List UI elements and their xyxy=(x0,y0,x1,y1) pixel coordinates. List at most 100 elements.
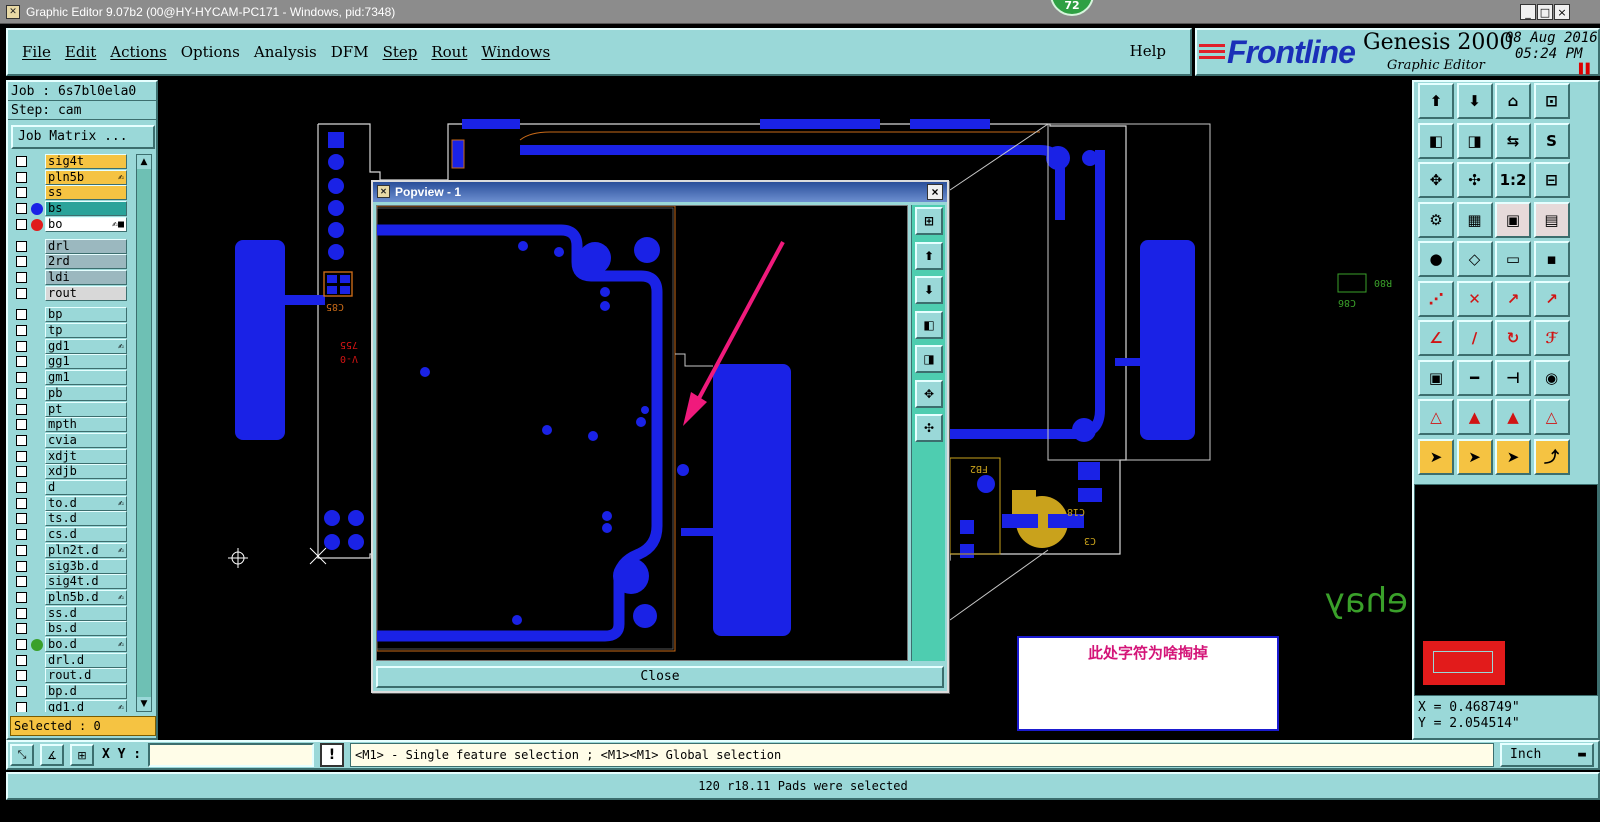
layer-name[interactable]: xdjb xyxy=(45,464,127,480)
scroll-down-icon[interactable]: ▼ xyxy=(137,697,151,711)
rotate-tool-icon[interactable]: ↻ xyxy=(1495,320,1531,356)
angle-tool-icon[interactable]: ∠ xyxy=(1418,320,1454,356)
pad-tool-icon[interactable]: ● xyxy=(1418,241,1454,277)
layer-row[interactable]: mpth xyxy=(10,417,132,433)
snap-tool-icon[interactable]: ⤡ xyxy=(10,744,34,766)
bar-tool-icon[interactable]: ━ xyxy=(1456,359,1493,396)
layer-checkbox[interactable] xyxy=(16,529,27,541)
layer-checkbox[interactable] xyxy=(16,325,27,336)
layer-checkbox[interactable] xyxy=(16,171,27,183)
menu-step[interactable]: Step xyxy=(383,43,418,61)
units-select[interactable]: Inch ▬ xyxy=(1500,743,1594,767)
layer-checkbox[interactable] xyxy=(16,156,27,167)
layer-row[interactable]: 2rd xyxy=(10,254,132,270)
layer-scrollbar[interactable]: ▲ ▼ xyxy=(136,154,152,712)
layer-name[interactable]: drl xyxy=(45,238,127,254)
popview-graphic[interactable] xyxy=(377,206,908,661)
pointer3-tool-icon[interactable]: ➤ xyxy=(1495,438,1531,475)
layer-name[interactable]: pln5b ✍ xyxy=(45,169,127,185)
layer-checkbox[interactable] xyxy=(16,544,27,556)
zoom-out-icon[interactable]: ✣ xyxy=(915,414,943,442)
layer-row[interactable]: drl xyxy=(10,238,132,254)
frame-tool-icon[interactable]: ⊡ xyxy=(1533,83,1570,119)
layer-row[interactable]: sig3b.d xyxy=(10,558,132,574)
pan-down-icon[interactable]: ⬇ xyxy=(915,276,943,304)
cross-tool-icon[interactable]: ✕ xyxy=(1456,280,1493,317)
layer-row[interactable]: gd1.d ✍ xyxy=(10,699,132,712)
layer-name[interactable]: sig3b.d xyxy=(45,558,127,574)
layer-checkbox[interactable] xyxy=(16,623,27,635)
up-tool-icon[interactable]: ⬆ xyxy=(1418,83,1454,119)
font-tool-icon[interactable]: ℱ xyxy=(1533,320,1570,356)
layer-checkbox[interactable] xyxy=(16,340,27,352)
layer-name[interactable]: pt xyxy=(45,401,127,417)
pan-right-icon[interactable]: ◨ xyxy=(915,345,943,373)
layer-name[interactable]: pln5b.d ✍ xyxy=(45,589,127,605)
route-tool-icon[interactable]: ⋰ xyxy=(1418,280,1454,317)
minimize-button[interactable]: _ xyxy=(1520,4,1536,20)
layer-row[interactable]: gd1 ✍ xyxy=(10,338,132,354)
ratio-tool-icon[interactable]: 1:2 xyxy=(1495,162,1531,198)
fit-tool-icon[interactable]: ✥ xyxy=(1418,162,1454,198)
layer-row[interactable]: ss xyxy=(10,185,132,201)
home-tool-icon[interactable]: ⌂ xyxy=(1495,83,1531,119)
pointer2-tool-icon[interactable]: ➤ xyxy=(1456,438,1493,475)
popview-canvas[interactable] xyxy=(376,205,908,661)
swap-tool-icon[interactable]: ⇆ xyxy=(1495,122,1531,159)
layer-name[interactable]: d xyxy=(45,480,127,495)
circle-tool-icon[interactable]: ◉ xyxy=(1533,359,1570,396)
layer-checkbox[interactable] xyxy=(16,203,27,215)
layer-row[interactable]: pln5b ✍ xyxy=(10,169,132,185)
layer-checkbox[interactable] xyxy=(16,686,27,698)
layer-name[interactable]: sig4t.d xyxy=(45,574,127,590)
scroll-up-icon[interactable]: ▲ xyxy=(137,155,151,169)
popview-titlebar[interactable]: ✕ Popview - 1 × xyxy=(373,182,947,202)
layer-row[interactable]: ss.d xyxy=(10,605,132,621)
layer-name[interactable]: bo ✍■ xyxy=(45,216,127,232)
layer-row[interactable]: to.d ✍ xyxy=(10,495,132,511)
menu-edit[interactable]: Edit xyxy=(65,43,96,61)
menu-help[interactable]: Help xyxy=(1130,42,1166,60)
layer-row[interactable]: rout xyxy=(10,285,132,301)
menu-rout[interactable]: Rout xyxy=(431,43,467,61)
pan-left-icon[interactable]: ◧ xyxy=(915,310,943,339)
layer-row[interactable]: bs.d xyxy=(10,621,132,637)
triangle-tool-icon[interactable]: △ xyxy=(1418,399,1454,435)
job-matrix-button[interactable]: Job Matrix ... xyxy=(11,125,155,149)
layer-row[interactable]: pt xyxy=(10,401,132,417)
layer-name[interactable]: rout xyxy=(45,285,127,301)
menu-file[interactable]: File xyxy=(22,43,51,61)
menu-options[interactable]: Options xyxy=(181,43,240,61)
select-blue-tool-icon[interactable]: ▤ xyxy=(1533,201,1570,238)
poly-tool-icon[interactable]: ◇ xyxy=(1456,241,1493,277)
menu-actions[interactable]: Actions xyxy=(110,43,166,61)
minimap[interactable] xyxy=(1414,484,1598,696)
pan-up-icon[interactable]: ⬆ xyxy=(915,241,943,270)
layer-name[interactable]: bs xyxy=(45,201,127,217)
close-window-button[interactable]: × xyxy=(1554,4,1570,20)
layer-checkbox[interactable] xyxy=(16,256,27,268)
layer-checkbox[interactable] xyxy=(16,450,27,462)
layer-name[interactable]: ss xyxy=(45,185,127,201)
layer-name[interactable]: to.d ✍ xyxy=(45,495,127,511)
right-tool-icon[interactable]: ◨ xyxy=(1456,122,1493,159)
layer-checkbox[interactable] xyxy=(16,356,27,368)
layer-row[interactable]: drl.d xyxy=(10,652,132,668)
layer-row[interactable]: pln5b.d ✍ xyxy=(10,589,132,605)
layer-name[interactable]: drl.d xyxy=(45,652,127,668)
grid-tool-icon[interactable]: ⊞ xyxy=(70,744,94,766)
layer-name[interactable]: gd1.d ✍ xyxy=(45,699,127,712)
layer-row[interactable]: tp xyxy=(10,323,132,338)
layer-row[interactable]: rout.d xyxy=(10,668,132,684)
s-tool-icon[interactable]: S xyxy=(1533,122,1570,159)
triangle4-tool-icon[interactable]: △ xyxy=(1533,399,1570,435)
settings-tool-icon[interactable]: ⚙ xyxy=(1418,201,1454,238)
zoom-in-icon[interactable]: ✥ xyxy=(915,379,943,408)
layer-name[interactable]: mpth xyxy=(45,417,127,433)
layer-row[interactable]: xdjt xyxy=(10,448,132,464)
layer-checkbox[interactable] xyxy=(16,670,27,682)
layer-row[interactable]: sig4t.d xyxy=(10,574,132,590)
layer-checkbox[interactable] xyxy=(16,654,27,666)
layer-row[interactable]: cvia xyxy=(10,432,132,448)
layer-checkbox[interactable] xyxy=(16,287,27,299)
